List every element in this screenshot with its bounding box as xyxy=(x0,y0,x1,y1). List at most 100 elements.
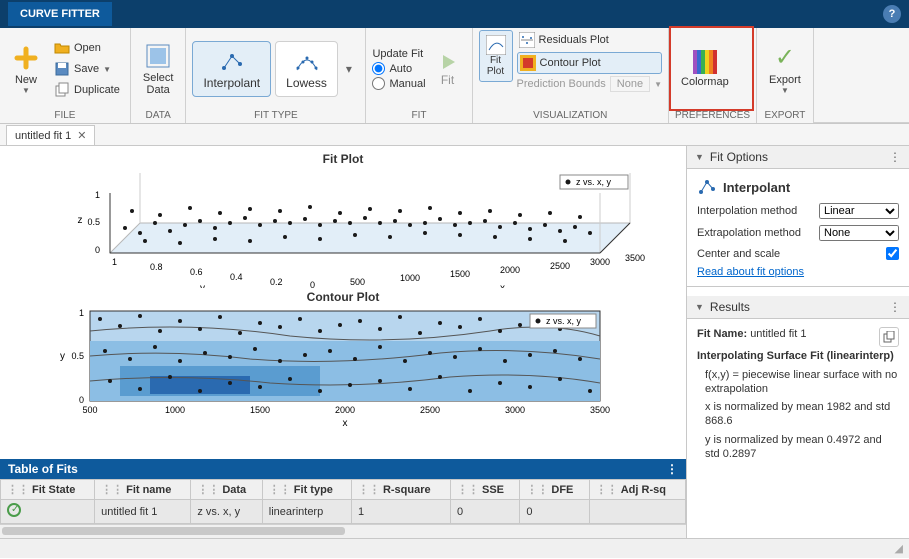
auto-radio[interactable]: Auto xyxy=(372,62,425,75)
col-fit-type[interactable]: ⋮⋮Fit type xyxy=(262,480,351,500)
fit-type-dropdown[interactable]: ▾ xyxy=(342,49,356,89)
colormap-button[interactable]: Colormap xyxy=(675,46,735,92)
svg-text:1000: 1000 xyxy=(165,405,185,415)
tab-strip: untitled fit 1 ✕ xyxy=(0,124,909,146)
resize-grip-icon[interactable]: ◢ xyxy=(895,542,903,555)
fit-options-menu-icon[interactable]: ⋮ xyxy=(889,150,901,164)
extrap-method-label: Extrapolation method xyxy=(697,227,801,239)
fit-type-lowess[interactable]: Lowess xyxy=(275,41,338,97)
copy-button[interactable] xyxy=(879,327,899,347)
ribbon-group-fit-type: Interpolant Lowess ▾ FIT TYPE xyxy=(186,28,366,123)
residuals-plot-toggle[interactable]: Residuals Plot xyxy=(517,30,663,50)
svg-text:3000: 3000 xyxy=(505,405,525,415)
svg-text:x: x xyxy=(343,418,348,426)
fit-type-interpolant[interactable]: Interpolant xyxy=(192,41,271,97)
fit-name-label: Fit Name: xyxy=(697,328,747,340)
col-sse[interactable]: ⋮⋮SSE xyxy=(451,480,520,500)
svg-text:0: 0 xyxy=(79,395,84,405)
fit-plot-toggle[interactable]: Fit Plot xyxy=(479,30,513,82)
save-icon xyxy=(54,61,70,77)
results-line: f(x,y) = piecewise linear surface with n… xyxy=(697,368,899,397)
fit-plot[interactable]: 1 0.5 0 z 10.80.60.40.20 y 5001000150020… xyxy=(10,168,676,288)
svg-text:2500: 2500 xyxy=(420,405,440,415)
collapse-icon[interactable]: ▼ xyxy=(695,302,704,312)
svg-text:0.5: 0.5 xyxy=(87,217,100,227)
fit-button: Fit xyxy=(430,44,466,94)
extrap-method-select[interactable]: None xyxy=(819,225,899,241)
interp-method-select[interactable]: Linear xyxy=(819,203,899,219)
fit-plot-title: Fit Plot xyxy=(10,152,676,166)
prediction-bounds: Prediction Bounds None ▼ xyxy=(517,76,663,92)
residuals-icon xyxy=(519,32,535,48)
svg-text:1500: 1500 xyxy=(250,405,270,415)
results-heading: Interpolating Surface Fit (linearinterp) xyxy=(697,350,894,362)
new-button[interactable]: New ▼ xyxy=(6,40,46,99)
col-rsquare[interactable]: ⋮⋮R-square xyxy=(351,480,450,500)
fit-options-header: ▼ Fit Options ⋮ xyxy=(687,146,909,169)
svg-text:0.2: 0.2 xyxy=(270,277,283,287)
ribbon-group-data: Select Data DATA xyxy=(131,28,187,123)
svg-text:1500: 1500 xyxy=(450,269,470,279)
interpolant-panel-icon xyxy=(697,177,717,197)
check-icon: ✓ xyxy=(775,43,795,72)
ribbon-group-export: ✓ Export ▼ EXPORT xyxy=(757,28,814,123)
save-button[interactable]: Save ▼ xyxy=(50,59,124,79)
fit-name-value: untitled fit 1 xyxy=(750,328,806,340)
read-about-link[interactable]: Read about fit options xyxy=(697,266,899,278)
svg-text:x: x xyxy=(500,283,505,288)
colormap-icon xyxy=(693,50,717,74)
fit-options-title: Interpolant xyxy=(723,180,790,195)
duplicate-icon xyxy=(54,82,70,98)
ribbon-group-preferences: Colormap PREFERENCES xyxy=(669,28,757,123)
svg-text:3500: 3500 xyxy=(590,405,610,415)
collapse-icon[interactable]: ▼ xyxy=(695,152,704,162)
svg-text:z vs. x, y: z vs. x, y xyxy=(576,177,612,187)
close-tab-icon[interactable]: ✕ xyxy=(77,129,86,142)
svg-text:0: 0 xyxy=(95,245,100,255)
results-line: y is normalized by mean 0.4972 and std 0… xyxy=(697,433,899,462)
help-icon[interactable]: ? xyxy=(883,5,901,23)
contour-plot-title: Contour Plot xyxy=(10,290,676,304)
col-dfe[interactable]: ⋮⋮DFE xyxy=(520,480,589,500)
svg-text:2000: 2000 xyxy=(500,265,520,275)
center-scale-label: Center and scale xyxy=(697,248,780,260)
app-tab[interactable]: CURVE FITTER xyxy=(8,2,112,26)
lowess-icon xyxy=(293,48,321,76)
contour-plot-toggle[interactable]: Contour Plot xyxy=(517,52,663,74)
duplicate-button[interactable]: Duplicate xyxy=(50,80,124,100)
col-fit-name[interactable]: ⋮⋮Fit name xyxy=(95,480,191,500)
center-scale-checkbox[interactable] xyxy=(886,247,899,260)
results-menu-icon[interactable]: ⋮ xyxy=(889,300,901,314)
svg-text:500: 500 xyxy=(350,277,365,287)
plus-icon xyxy=(12,44,40,72)
svg-text:y: y xyxy=(200,283,205,288)
open-button[interactable]: Open xyxy=(50,38,124,58)
manual-radio[interactable]: Manual xyxy=(372,77,425,90)
contour-plot[interactable]: 1 0.5 0 y 500 1000 1500 2000 2500 3000 3… xyxy=(10,306,676,426)
fit-run-icon xyxy=(437,51,459,73)
col-fit-state[interactable]: ⋮⋮Fit State xyxy=(1,480,95,500)
fits-table: ⋮⋮Fit State ⋮⋮Fit name ⋮⋮Data ⋮⋮Fit type… xyxy=(0,479,686,524)
copy-icon xyxy=(883,331,895,343)
ribbon-group-file: New ▼ Open Save ▼ Duplicate FILE xyxy=(0,28,131,123)
svg-text:z vs. x, y: z vs. x, y xyxy=(546,316,582,326)
table-menu-icon[interactable]: ⋮ xyxy=(666,462,678,476)
svg-text:0.6: 0.6 xyxy=(190,267,203,277)
ribbon: New ▼ Open Save ▼ Duplicate FILE xyxy=(0,28,909,124)
svg-text:z: z xyxy=(78,215,83,226)
col-adj-rsq[interactable]: ⋮⋮Adj R-sq xyxy=(589,480,685,500)
svg-text:0: 0 xyxy=(310,280,315,288)
results-header: ▼ Results ⋮ xyxy=(687,296,909,319)
col-data[interactable]: ⋮⋮Data xyxy=(191,480,262,500)
export-button[interactable]: ✓ Export ▼ xyxy=(763,39,807,99)
svg-text:3500: 3500 xyxy=(625,253,645,263)
svg-text:1000: 1000 xyxy=(400,273,420,283)
select-data-button[interactable]: Select Data xyxy=(137,38,180,100)
horizontal-scrollbar[interactable] xyxy=(0,524,686,538)
svg-text:0.4: 0.4 xyxy=(230,272,243,282)
table-row[interactable]: ✓ untitled fit 1 z vs. x, y linearinterp… xyxy=(1,500,686,524)
doc-tab[interactable]: untitled fit 1 ✕ xyxy=(6,125,95,145)
svg-text:500: 500 xyxy=(82,405,97,415)
ribbon-group-visualization: Fit Plot Residuals Plot Contour Plot Pre… xyxy=(473,28,670,123)
status-bar: ◢ xyxy=(0,538,909,558)
